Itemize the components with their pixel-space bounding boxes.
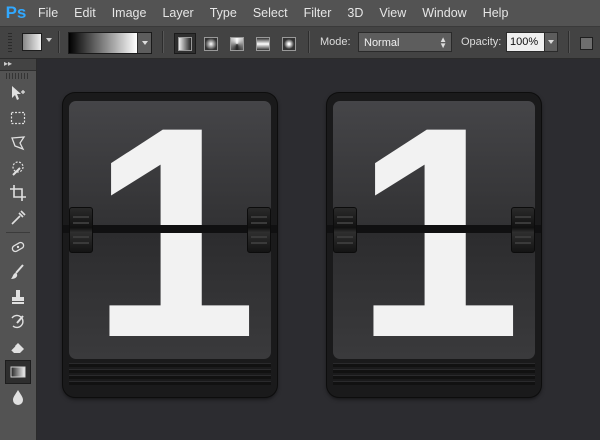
lasso-tool-icon [11,136,26,151]
brush-tool-button[interactable] [5,260,31,284]
mode-label: Mode: [320,36,351,48]
updown-arrows-icon: ▲ ▼ [439,35,447,50]
gradient-tool-icon [10,366,26,378]
flip-card-leaf [333,381,535,385]
move-tool-icon [12,86,25,100]
flip-card-hinge-left [333,207,357,253]
reflected-gradient-icon [256,36,270,51]
flip-card-split [63,225,277,233]
crop-tool-button[interactable] [5,181,31,205]
flip-card-hinge-right [247,207,271,253]
flip-card-leaf [333,363,535,367]
diamond-gradient-icon [282,36,296,51]
blur-tool-button[interactable] [5,385,31,409]
options-bar: Mode: Normal ▲ ▼ Opacity: 100% [0,27,600,59]
menu-image[interactable]: Image [112,6,147,20]
lasso-tool-button[interactable] [5,131,31,155]
radial-gradient-icon [204,36,218,51]
mode-select[interactable]: Normal ▲ ▼ [358,32,452,52]
menu-bar: Ps File Edit Image Layer Type Select Fil… [0,0,600,27]
angle-gradient-icon [230,36,244,51]
tools-panel: ▸▸ [0,59,37,440]
angle-gradient-button[interactable] [226,33,248,54]
history-brush-tool-icon [11,314,24,329]
divider [162,31,164,53]
divider [58,31,60,53]
opacity-label: Opacity: [461,36,502,48]
linear-gradient-button[interactable] [174,33,196,54]
spot-healing-tool-icon [11,241,25,253]
flip-card-hinge-right [511,207,535,253]
opacity-dropdown-button[interactable] [544,33,557,51]
gradient-swatch[interactable] [69,33,137,53]
tool-preset-dropdown-icon[interactable] [46,38,52,42]
quick-selection-tool-button[interactable] [5,156,31,180]
eyedropper-tool-button[interactable] [5,206,31,230]
menu-3d[interactable]: 3D [347,6,363,20]
move-tool-button[interactable] [5,81,31,105]
diamond-gradient-button[interactable] [278,33,300,54]
tool-preset-picker[interactable] [22,33,42,51]
blur-tool-icon [13,390,23,405]
menu-window[interactable]: Window [422,6,466,20]
mode-value: Normal [364,37,400,49]
document-canvas[interactable]: 1 1 [37,59,600,440]
menu-layer[interactable]: Layer [162,6,193,20]
gradient-dropdown-button[interactable] [137,33,151,53]
opacity-input[interactable]: 100% [507,33,544,51]
menu-edit[interactable]: Edit [74,6,96,20]
marquee-tool-button[interactable] [5,106,31,130]
divider [308,31,310,53]
flip-card: 1 [327,82,541,397]
divider [568,31,570,53]
history-brush-tool-button[interactable] [5,310,31,334]
menu-file[interactable]: File [38,6,58,20]
brush-tool-icon [11,264,24,279]
marquee-tool-icon [10,111,26,125]
flip-card-leaf [69,363,271,367]
flip-card-leaf [69,381,271,385]
flip-card-split [327,225,541,233]
eyedropper-tool-icon [11,210,26,225]
reflected-gradient-button[interactable] [252,33,274,54]
flip-card: 1 [63,82,277,397]
chevron-down-icon [141,41,148,45]
flip-card-leaf [69,375,271,379]
radial-gradient-button[interactable] [200,33,222,54]
crop-tool-icon [10,185,26,201]
menu-view[interactable]: View [379,6,406,20]
clone-stamp-tool-button[interactable] [5,285,31,309]
tools-panel-grip[interactable] [6,73,30,79]
flip-card-hinge-left [69,207,93,253]
quick-selection-tool-icon [12,161,24,176]
divider [6,232,30,233]
gradient-tool-button[interactable] [5,360,31,384]
eraser-tool-icon [10,343,24,353]
eraser-tool-button[interactable] [5,335,31,359]
opacity-field[interactable]: 100% [506,32,558,52]
menu-type[interactable]: Type [210,6,237,20]
menu-help[interactable]: Help [483,6,509,20]
menu-filter[interactable]: Filter [304,6,332,20]
flip-card-leaf [333,375,535,379]
gradient-picker[interactable] [68,32,152,54]
flip-card-leaf [69,369,271,373]
reverse-checkbox[interactable] [580,37,593,50]
chevron-down-icon [548,40,554,44]
options-bar-grip[interactable] [8,33,12,53]
tools-panel-collapse[interactable]: ▸▸ [0,59,36,71]
linear-gradient-icon [178,36,192,51]
clone-stamp-tool-icon [12,290,24,304]
flip-card-leaf [333,369,535,373]
photoshop-logo: Ps [5,3,27,22]
menu-select[interactable]: Select [253,6,288,20]
spot-healing-tool-button[interactable] [5,235,31,259]
